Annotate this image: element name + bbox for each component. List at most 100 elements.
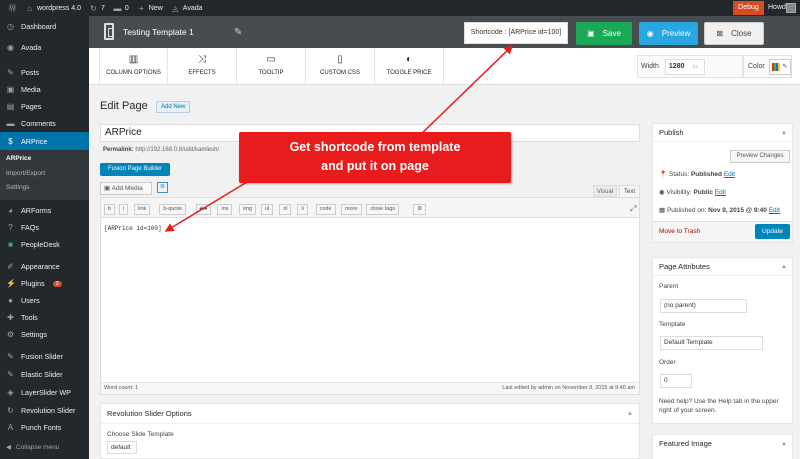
update-button[interactable]: Update: [755, 224, 790, 239]
quicktag-button[interactable]: i: [119, 204, 129, 215]
debug-button[interactable]: Debug: [733, 1, 764, 15]
sidebar-item-users[interactable]: ● Users: [0, 292, 89, 309]
permalink: Permalink: http://192.168.0.8/udit/kamle…: [103, 147, 219, 153]
sidebar-item-layerslider[interactable]: ◈ LayerSlider WP: [0, 384, 89, 401]
quicktag-button[interactable]: link: [134, 204, 151, 215]
sidebar-item-plugins[interactable]: ⚡ Plugins 3: [0, 275, 89, 292]
slide-template-select[interactable]: default: [107, 441, 137, 454]
sidebar-item-peopledesk[interactable]: ■ PeopleDesk: [0, 236, 89, 253]
color-picker-button[interactable]: ✎: [768, 58, 791, 75]
sidebar-item-posts[interactable]: ✎ Posts: [0, 64, 89, 81]
publish-header[interactable]: Publish ▲: [653, 124, 792, 142]
parent-label: Parent: [659, 283, 679, 290]
sidebar-item-comments[interactable]: ▬ Comments: [0, 115, 89, 132]
submenu-settings[interactable]: Settings: [6, 184, 30, 191]
sidebar-item-revolution-slider[interactable]: ↻ Revolution Slider: [0, 402, 89, 419]
close-button[interactable]: ⊠ Close: [704, 22, 764, 45]
page-title: Edit Page: [100, 100, 148, 112]
quicktag-button[interactable]: ol: [279, 204, 292, 215]
pin-icon: 📍: [659, 171, 668, 178]
status-row: 📍 Status: Published Edit: [659, 170, 735, 178]
quicktag-button[interactable]: del: [195, 204, 211, 215]
revolution-slider-options-header[interactable]: Revolution Slider Options ▲: [101, 404, 639, 424]
sidebar-item-tools[interactable]: ✚ Tools: [0, 309, 89, 326]
parent-select[interactable]: (no parent): [660, 299, 747, 313]
quicktag-button[interactable]: li: [297, 204, 308, 215]
callout-line-1: Get shortcode from template: [289, 140, 461, 154]
save-button[interactable]: ▣ Save: [576, 22, 632, 45]
permalink-url[interactable]: http://192.168.0.8/udit/kamlesh/: [135, 147, 219, 153]
sidebar-item-punch-fonts[interactable]: A Punch Fonts: [0, 419, 89, 436]
submenu-arprice[interactable]: ARPrice: [6, 155, 31, 162]
wp-logo[interactable]: Ⓦ: [8, 4, 17, 13]
toggle-arrow-icon[interactable]: ▲: [781, 258, 787, 276]
quicktag-button[interactable]: img: [239, 204, 257, 215]
toolbar-tooltip[interactable]: ▭ TOOLTIP: [237, 48, 306, 85]
order-input[interactable]: 0: [660, 374, 692, 388]
site-name-link[interactable]: ⌂ wordpress 4.0: [25, 4, 81, 13]
add-new-button[interactable]: Add New: [156, 101, 191, 113]
width-input[interactable]: 1280 px: [664, 58, 705, 75]
sidebar-item-fusion-slider[interactable]: ✎ Fusion Slider: [0, 348, 89, 365]
status-label: Status:: [668, 171, 690, 178]
template-select[interactable]: Default Template: [660, 336, 763, 350]
quicktag-button[interactable]: code: [315, 204, 336, 215]
sidebar-item-arprice[interactable]: $ ARPrice: [0, 132, 89, 150]
sidebar-item-faqs[interactable]: ? FAQs: [0, 219, 89, 236]
sidebar-item-pages[interactable]: ▤ Pages: [0, 98, 89, 115]
page-attributes-header[interactable]: Page Attributes ▲: [653, 258, 792, 276]
sidebar-item-media[interactable]: ▣ Media: [0, 81, 89, 98]
tab-visual[interactable]: Visual: [593, 185, 617, 197]
submenu-import-export[interactable]: Import/Export: [6, 170, 45, 177]
editor-content[interactable]: [ARPrice id=100]: [104, 225, 162, 232]
toolbar-toggle-price[interactable]: ◐ TOGGLE PRICE: [375, 48, 444, 85]
toggle-arrow-icon[interactable]: ▲: [781, 124, 787, 142]
new-label: New: [148, 4, 163, 12]
arprice-quicktag-icon[interactable]: ⚙: [413, 204, 427, 215]
toolbar-column-options[interactable]: ▥ COLUMN OPTIONS: [99, 48, 168, 85]
sidebar-item-arforms[interactable]: ◕ ARForms: [0, 202, 89, 219]
sidebar-item-label: Tools: [21, 313, 38, 322]
quicktag-button[interactable]: close tags: [366, 204, 400, 215]
quicktag-button[interactable]: more: [341, 204, 362, 215]
published-value: Nov 9, 2015 @ 9:40: [708, 207, 767, 214]
avatar[interactable]: [786, 3, 796, 13]
quicktag-button[interactable]: b-quote: [159, 204, 187, 215]
preview-changes-button[interactable]: Preview Changes: [730, 150, 790, 163]
avada-link[interactable]: ◬ Avada: [171, 4, 202, 13]
quicktag-button[interactable]: ins: [217, 204, 233, 215]
toolbar-custom-css[interactable]: ▯ CUSTOM CSS: [306, 48, 375, 85]
quicktag-button[interactable]: ul: [261, 204, 274, 215]
featured-image-header[interactable]: Featured Image ▲: [653, 435, 792, 453]
content-editor[interactable]: [100, 197, 640, 395]
visibility-edit-link[interactable]: Edit: [715, 189, 726, 196]
sidebar-item-settings[interactable]: ⚙ Settings: [0, 326, 89, 343]
quicktag-button[interactable]: b: [104, 204, 116, 215]
tab-text[interactable]: Text: [619, 185, 640, 197]
published-edit-link[interactable]: Edit: [769, 207, 780, 214]
move-to-trash-link[interactable]: Move to Trash: [659, 228, 700, 235]
sidebar-item-dashboard[interactable]: ◷ Dashboard: [0, 18, 89, 35]
save-icon: ▣: [587, 29, 595, 38]
sidebar-item-appearance[interactable]: ✐ Appearance: [0, 258, 89, 275]
add-media-button[interactable]: ▣ Add Media: [100, 182, 152, 195]
toolbar-effects[interactable]: ⤨ EFFECTS: [168, 48, 237, 85]
comments-link[interactable]: ▬ 0: [113, 4, 128, 13]
toggle-arrow-icon[interactable]: ▲: [781, 435, 787, 453]
sidebar-item-elastic-slider[interactable]: ✎ Elastic Slider: [0, 366, 89, 383]
avada-icon: ◉: [7, 43, 14, 52]
preview-button[interactable]: ◉ Preview: [639, 22, 698, 45]
status-edit-link[interactable]: Edit: [724, 171, 735, 178]
published-label: Published on:: [666, 207, 707, 214]
arprice-insert-icon[interactable]: ≣: [157, 182, 168, 193]
fullscreen-icon[interactable]: ⤢: [630, 204, 636, 214]
toggle-arrow-icon[interactable]: ▲: [627, 404, 633, 424]
collapse-menu-button[interactable]: ◀ Collapse menu: [6, 443, 59, 452]
sidebar-item-avada[interactable]: ◉ Avada: [0, 39, 89, 56]
width-unit: px: [692, 63, 699, 70]
shortcode-display[interactable]: Shortcode : [ARPrice id=100]: [464, 22, 568, 44]
fusion-page-builder-button[interactable]: Fusion Page Builder: [100, 163, 170, 176]
new-content-link[interactable]: + New: [137, 4, 163, 13]
edit-title-icon[interactable]: ✎: [234, 27, 242, 38]
updates-link[interactable]: ↻ 7: [89, 4, 105, 13]
